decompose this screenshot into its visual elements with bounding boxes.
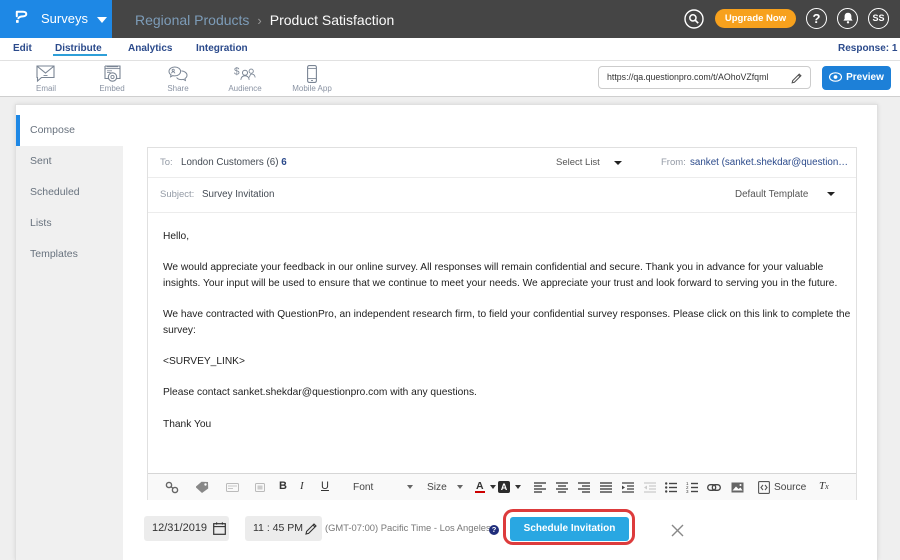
- svg-text:3: 3: [686, 489, 689, 493]
- svg-text:$: $: [234, 67, 240, 78]
